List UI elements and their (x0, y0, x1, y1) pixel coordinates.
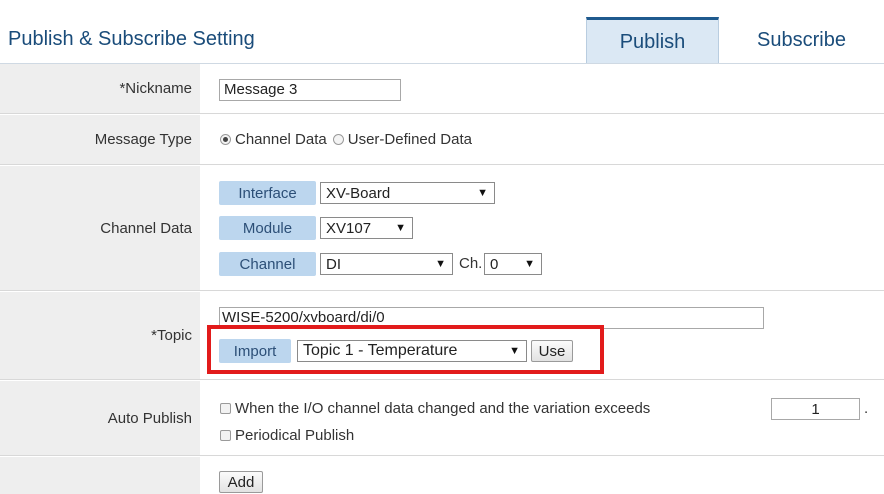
module-select-value: XV107 (326, 219, 372, 237)
ch-label: Ch. (459, 255, 483, 272)
interface-chip: Interface (219, 181, 316, 205)
channel-chip: Channel (219, 252, 316, 276)
auto-publish-content: When the I/O channel data changed and th… (207, 381, 884, 455)
add-button[interactable]: Add (219, 471, 263, 493)
channel-data-radio[interactable] (220, 134, 231, 145)
chevron-down-icon: ▼ (477, 187, 488, 199)
topic-label: *Topic (0, 292, 200, 379)
nickname-row: *Nickname Message 3 (0, 64, 884, 114)
message-type-content: Channel Data User-Defined Data (207, 115, 884, 164)
interface-select-value: XV-Board (326, 184, 391, 202)
variation-input[interactable]: 1 (771, 398, 860, 420)
tab-subscribe[interactable]: Subscribe (719, 17, 884, 64)
user-defined-data-radio[interactable] (332, 134, 344, 145)
auto-publish-label: Auto Publish (0, 381, 200, 455)
add-row-label-cell (0, 457, 200, 494)
header: Publish & Subscribe Setting Publish Subs… (0, 0, 884, 64)
periodical-check-line: Periodical Publish (220, 427, 354, 444)
channel-select-value: DI (326, 255, 341, 273)
chevron-down-icon: ▼ (524, 258, 535, 270)
ch-select-value: 0 (490, 255, 499, 273)
variation-trailing-period: . (864, 400, 869, 417)
nickname-label: *Nickname (0, 64, 200, 113)
add-row: Add (0, 457, 884, 494)
chevron-down-icon: ▼ (435, 258, 446, 270)
page-title: Publish & Subscribe Setting (8, 28, 255, 50)
chevron-down-icon: ▼ (395, 222, 406, 234)
message-type-radio-group: Channel Data User-Defined Data (220, 131, 472, 148)
periodical-checkbox-label: Periodical Publish (235, 427, 355, 444)
variation-checkbox-label: When the I/O channel data changed and th… (235, 400, 651, 417)
module-select[interactable]: XV107 ▼ (320, 217, 413, 239)
ch-select[interactable]: 0 ▼ (484, 253, 542, 275)
message-type-label: Message Type (0, 115, 200, 164)
tab-publish[interactable]: Publish (586, 17, 719, 64)
add-row-content: Add (207, 457, 884, 494)
channel-data-radio-label: Channel Data (235, 131, 327, 148)
variation-check-line: When the I/O channel data changed and th… (220, 400, 650, 417)
variation-checkbox[interactable] (220, 403, 231, 414)
nickname-input[interactable]: Message 3 (219, 79, 401, 101)
module-chip: Module (219, 216, 316, 240)
channel-select[interactable]: DI ▼ (320, 253, 453, 275)
user-defined-data-radio-label: User-Defined Data (347, 131, 472, 148)
channel-data-row: Channel Data Interface XV-Board ▼ Module… (0, 166, 884, 291)
message-type-row: Message Type Channel Data User-Defined D… (0, 115, 884, 165)
channel-data-label: Channel Data (0, 166, 200, 290)
channel-data-content: Interface XV-Board ▼ Module XV107 ▼ Chan… (207, 166, 884, 290)
periodical-checkbox[interactable] (220, 430, 231, 441)
interface-select[interactable]: XV-Board ▼ (320, 182, 495, 204)
nickname-content: Message 3 (207, 64, 884, 113)
import-highlight-box (207, 325, 604, 374)
auto-publish-row: Auto Publish When the I/O channel data c… (0, 381, 884, 456)
